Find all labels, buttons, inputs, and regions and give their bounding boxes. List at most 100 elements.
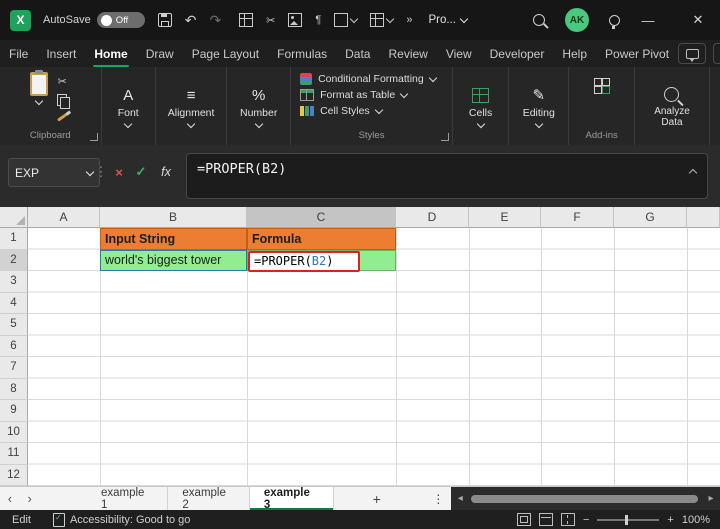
page-break-view-icon[interactable] xyxy=(560,513,575,526)
row-header-2[interactable]: 2 xyxy=(0,249,28,271)
row-header-5[interactable]: 5 xyxy=(0,314,28,336)
cell-styles-button[interactable]: Cell Styles xyxy=(296,104,447,118)
autosave-state: Off xyxy=(115,14,129,26)
minimize-button[interactable]: — xyxy=(626,0,670,40)
copy-button[interactable] xyxy=(54,92,71,109)
save-button[interactable] xyxy=(157,13,172,27)
row-header-4[interactable]: 4 xyxy=(0,292,28,314)
row-header-9[interactable]: 9 xyxy=(0,400,28,422)
tab-review[interactable]: Review xyxy=(379,40,436,67)
column-header-d[interactable]: D xyxy=(396,207,469,228)
tab-insert[interactable]: Insert xyxy=(37,40,85,67)
format-as-table-button[interactable]: Format as Table xyxy=(296,88,447,102)
cell-grid[interactable]: Input String Formula world's biggest tow… xyxy=(28,228,720,486)
conditional-formatting-button[interactable]: Conditional Formatting xyxy=(296,72,447,86)
format-painter-button[interactable] xyxy=(54,110,70,125)
addins-button[interactable] xyxy=(593,78,610,94)
lightbulb-icon[interactable] xyxy=(609,14,620,29)
cut-button[interactable]: ✂ xyxy=(54,74,70,89)
column-header-a[interactable]: A xyxy=(28,207,100,228)
row-header-10[interactable]: 10 xyxy=(0,421,28,443)
column-header-b[interactable]: B xyxy=(100,207,247,228)
document-name-menu[interactable]: Pro... xyxy=(428,14,469,26)
tab-data[interactable]: Data xyxy=(336,40,379,67)
tab-power-pivot[interactable]: Power Pivot xyxy=(596,40,678,67)
tab-home[interactable]: Home xyxy=(85,40,136,67)
row-header-1[interactable]: 1 xyxy=(0,228,28,250)
picture-icon[interactable] xyxy=(288,13,303,27)
zoom-out-button[interactable]: − xyxy=(583,514,589,526)
sheet-tab-example-1[interactable]: example 1 xyxy=(86,487,169,511)
scroll-right-icon[interactable]: ▸ xyxy=(702,493,720,504)
share-button[interactable]: ↗ xyxy=(713,43,720,64)
sheet-nav-prev-icon[interactable]: ‹ xyxy=(0,487,20,510)
column-header-e[interactable]: E xyxy=(469,207,541,228)
autosave-switch[interactable]: Off xyxy=(96,12,145,28)
row-header-8[interactable]: 8 xyxy=(0,378,28,400)
cell-b1[interactable]: Input String xyxy=(100,228,247,250)
tab-page-layout[interactable]: Page Layout xyxy=(183,40,268,67)
fill-color-dropdown[interactable] xyxy=(334,13,359,27)
editing-group-button[interactable]: ✎ Editing xyxy=(517,72,561,143)
row-header-6[interactable]: 6 xyxy=(0,335,28,357)
zoom-in-button[interactable]: + xyxy=(667,514,673,526)
column-header-f[interactable]: F xyxy=(541,207,614,228)
name-box[interactable]: EXP xyxy=(8,158,100,187)
row-header-11[interactable]: 11 xyxy=(0,443,28,465)
tab-draw[interactable]: Draw xyxy=(137,40,183,67)
close-button[interactable]: ✕ xyxy=(676,0,720,40)
normal-view-icon[interactable] xyxy=(516,513,531,526)
zoom-slider[interactable] xyxy=(597,514,660,525)
column-header-g[interactable]: G xyxy=(614,207,687,228)
enter-entry-button[interactable]: ✓ xyxy=(132,163,150,181)
insert-function-button[interactable]: fx xyxy=(155,163,177,181)
sheet-nav-next-icon[interactable]: › xyxy=(20,487,40,510)
zoom-level[interactable]: 100% xyxy=(682,514,710,526)
cell-c2[interactable]: =PROPER(B2) xyxy=(247,249,396,272)
column-header-c[interactable]: C xyxy=(247,207,396,228)
row-header-12[interactable]: 12 xyxy=(0,464,28,486)
cancel-entry-button[interactable]: × xyxy=(110,163,128,181)
analyze-data-button[interactable]: Analyze Data xyxy=(640,72,704,143)
tab-file[interactable]: File xyxy=(0,40,37,67)
avatar[interactable]: AK xyxy=(565,8,589,32)
scrollbar-thumb[interactable] xyxy=(471,495,698,503)
autosave-toggle[interactable]: AutoSave Off xyxy=(43,12,145,28)
add-sheet-button[interactable]: + xyxy=(364,487,390,510)
formula-input[interactable]: =PROPER(B2) xyxy=(186,153,708,199)
sheet-tab-example-2[interactable]: example 2 xyxy=(168,487,250,511)
comments-button[interactable] xyxy=(678,43,707,64)
cell-c2-edit-box[interactable]: =PROPER(B2) xyxy=(248,250,360,272)
alignment-group-button[interactable]: ≡ Alignment xyxy=(162,72,221,143)
cell-c1[interactable]: Formula xyxy=(247,228,396,250)
page-layout-view-icon[interactable] xyxy=(538,513,553,526)
paragraph-icon[interactable]: ¶ xyxy=(315,14,321,26)
undo-button[interactable]: ↶ xyxy=(185,13,197,27)
zoom-slider-thumb[interactable] xyxy=(625,514,629,525)
sheet-tab-example-3[interactable]: example 3 xyxy=(249,487,334,511)
borders-icon[interactable] xyxy=(239,13,254,27)
tab-help[interactable]: Help xyxy=(553,40,596,67)
search-icon[interactable] xyxy=(533,14,545,26)
cells-group-button[interactable]: Cells xyxy=(463,72,498,143)
number-group-button[interactable]: % Number xyxy=(234,72,283,143)
tab-view[interactable]: View xyxy=(437,40,481,67)
tab-formulas[interactable]: Formulas xyxy=(268,40,336,67)
horizontal-scrollbar[interactable]: ◂ ▸ xyxy=(451,487,720,510)
row-header-7[interactable]: 7 xyxy=(0,357,28,379)
row-header-3[interactable]: 3 xyxy=(0,271,28,293)
cut-icon[interactable]: ✂ xyxy=(266,14,275,27)
font-group-button[interactable]: A Font xyxy=(112,72,145,143)
select-all-button[interactable] xyxy=(0,207,28,228)
accessibility-status[interactable]: Accessibility: Good to go xyxy=(52,512,190,527)
tab-strip-more-icon[interactable]: ⋮ xyxy=(426,487,452,510)
paste-button[interactable] xyxy=(30,70,49,106)
styles-dialog-launcher[interactable] xyxy=(440,133,449,141)
redo-button[interactable]: ↷ xyxy=(209,13,221,27)
sort-dropdown[interactable] xyxy=(370,13,395,27)
qat-overflow-button[interactable]: » xyxy=(406,14,412,26)
cell-b2[interactable]: world's biggest tower xyxy=(100,249,247,271)
scroll-left-icon[interactable]: ◂ xyxy=(451,493,469,504)
clipboard-dialog-launcher[interactable] xyxy=(89,133,98,141)
tab-developer[interactable]: Developer xyxy=(481,40,554,67)
